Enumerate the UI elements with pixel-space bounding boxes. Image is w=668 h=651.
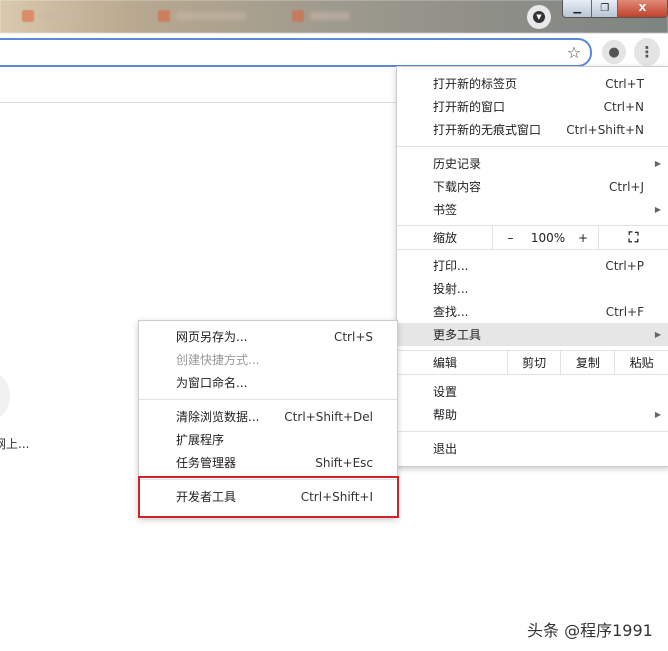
chevron-right-icon: ▶ xyxy=(654,205,661,214)
label: 更多工具 xyxy=(433,328,482,342)
tab-title-blurred xyxy=(176,12,246,20)
submenu-item-clear-data[interactable]: 清除浏览数据... Ctrl+Shift+Del xyxy=(139,405,397,428)
shortcut: Ctrl+F xyxy=(605,304,644,319)
profile-avatar-icon[interactable]: ● xyxy=(602,40,626,64)
divider xyxy=(397,431,668,432)
shortcut-tile[interactable] xyxy=(0,372,10,420)
label: 任务管理器 xyxy=(176,456,237,470)
shortcut: Ctrl+J xyxy=(609,179,644,194)
chrome-main-menu: 打开新的标签页 Ctrl+T 打开新的窗口 Ctrl+N 打开新的无痕式窗口 Ctrl… xyxy=(396,66,668,467)
tab-title-blurred xyxy=(40,12,80,20)
chevron-right-icon: ▶ xyxy=(654,410,661,419)
label: 为窗口命名... xyxy=(176,376,248,390)
menu-item-exit[interactable]: 退出 xyxy=(397,437,668,460)
favicon-icon xyxy=(158,10,170,22)
menu-item-settings[interactable]: 设置 xyxy=(397,380,668,403)
watermark: 头条 @程序1991 xyxy=(527,621,653,640)
bookmark-star-icon[interactable]: ☆ xyxy=(564,42,584,62)
minimize-button[interactable]: ▁ xyxy=(563,0,593,17)
chevron-right-icon: ▶ xyxy=(654,159,661,168)
label: 设置 xyxy=(433,385,458,399)
favicon-icon xyxy=(292,10,304,22)
shortcut: Ctrl+Shift+Del xyxy=(284,409,373,424)
shortcut: Shift+Esc xyxy=(315,455,373,470)
zoom-row: 缩放 – 100% + ⛶ xyxy=(397,225,668,250)
submenu-item-extensions[interactable]: 扩展程序 xyxy=(139,428,397,451)
menu-item-history[interactable]: 历史记录 ▶ xyxy=(397,152,668,175)
submenu-item-create-shortcut[interactable]: 创建快捷方式... xyxy=(139,348,397,371)
menu-kebab-icon[interactable]: ⋮ xyxy=(634,38,660,66)
menu-item-help[interactable]: 帮助 ▶ xyxy=(397,403,668,426)
menu-item-incognito[interactable]: 打开新的无痕式窗口 Ctrl+Shift+N xyxy=(397,118,668,141)
favicon-icon xyxy=(22,10,34,22)
cut-button[interactable]: 剪切 xyxy=(506,351,561,374)
label: 投射... xyxy=(433,282,469,296)
label: 创建快捷方式... xyxy=(176,353,260,367)
tab[interactable] xyxy=(158,6,246,26)
divider xyxy=(139,399,397,400)
label: 查找... xyxy=(433,305,469,319)
tab-title-blurred xyxy=(310,12,350,20)
divider xyxy=(397,146,668,147)
highlight-annotation-box xyxy=(138,476,399,518)
menu-item-print[interactable]: 打印... Ctrl+P xyxy=(397,254,668,277)
label: 书签 xyxy=(433,203,458,217)
label: 帮助 xyxy=(433,408,458,422)
person-icon: ● xyxy=(608,44,620,60)
zoom-level: 100% xyxy=(530,230,566,245)
label: 打开新的无痕式窗口 xyxy=(433,123,542,137)
shortcut: Ctrl+N xyxy=(603,99,644,114)
label: 扩展程序 xyxy=(176,433,225,447)
chevron-down-icon: ▼ xyxy=(533,11,545,23)
shortcut: Ctrl+P xyxy=(605,258,644,273)
edit-row: 编辑 剪切 复制 粘贴 xyxy=(397,350,668,375)
label: 退出 xyxy=(433,442,458,456)
copy-button[interactable]: 复制 xyxy=(560,351,614,374)
menu-item-downloads[interactable]: 下载内容 Ctrl+J xyxy=(397,175,668,198)
paste-button[interactable]: 粘贴 xyxy=(614,351,668,374)
tab[interactable] xyxy=(292,6,350,26)
submenu-item-save-page[interactable]: 网页另存为... Ctrl+S xyxy=(139,325,397,348)
label: 历史记录 xyxy=(433,157,482,171)
chevron-right-icon: ▶ xyxy=(654,330,661,339)
menu-item-new-window[interactable]: 打开新的窗口 Ctrl+N xyxy=(397,95,668,118)
shortcut: Ctrl+Shift+N xyxy=(566,122,644,137)
close-button[interactable]: X xyxy=(617,0,667,17)
address-bar[interactable] xyxy=(0,38,592,67)
menu-item-new-tab[interactable]: 打开新的标签页 Ctrl+T xyxy=(397,72,668,95)
tab[interactable] xyxy=(22,6,80,26)
label: 清除浏览数据... xyxy=(176,410,260,424)
menu-item-cast[interactable]: 投射... xyxy=(397,277,668,300)
edit-label: 编辑 xyxy=(433,356,458,370)
zoom-label: 缩放 xyxy=(433,231,458,245)
label: 网页另存为... xyxy=(176,330,248,344)
shortcut: Ctrl+S xyxy=(333,329,373,344)
shortcut: Ctrl+T xyxy=(605,76,644,91)
zoom-in-button[interactable]: + xyxy=(568,226,598,249)
menu-item-bookmarks[interactable]: 书签 ▶ xyxy=(397,198,668,221)
label: 打开新的标签页 xyxy=(433,77,518,91)
label: 打印... xyxy=(433,259,469,273)
divider xyxy=(0,102,396,103)
label: 打开新的窗口 xyxy=(433,100,506,114)
window-controls: ▁ ❐ X xyxy=(562,0,668,18)
zoom-out-button[interactable]: – xyxy=(492,226,528,249)
submenu-item-name-window[interactable]: 为窗口命名... xyxy=(139,371,397,394)
menu-item-find[interactable]: 查找... Ctrl+F xyxy=(397,300,668,323)
restore-button[interactable]: ❐ xyxy=(592,0,618,17)
shortcut-label: 网上... xyxy=(0,437,30,451)
menu-item-more-tools[interactable]: 更多工具 ▶ xyxy=(397,323,668,346)
fullscreen-icon[interactable]: ⛶ xyxy=(598,226,668,249)
label: 下载内容 xyxy=(433,180,482,194)
download-button[interactable]: ▼ xyxy=(527,5,551,29)
submenu-item-task-manager[interactable]: 任务管理器 Shift+Esc xyxy=(139,451,397,474)
